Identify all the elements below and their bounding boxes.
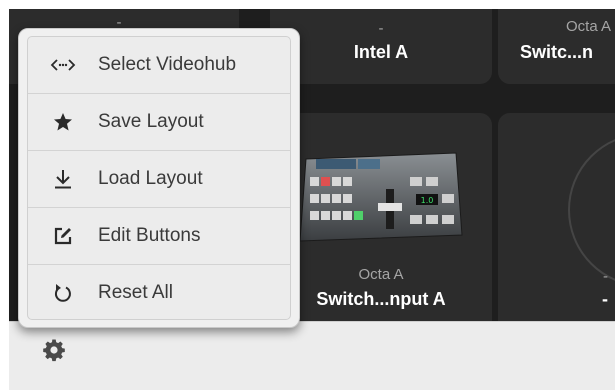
- route-tile-top-right[interactable]: Octa A Switc...n: [498, 9, 615, 84]
- tile-source-label: -: [378, 20, 384, 37]
- switcher-device-image: 1.0: [299, 152, 463, 242]
- code-icon: [28, 37, 98, 93]
- edit-icon: [28, 208, 98, 264]
- tile-destination-label: Switch...nput A: [316, 289, 446, 309]
- menu-item-label: Edit Buttons: [98, 225, 201, 246]
- tile-source-label: Octa A: [358, 266, 404, 283]
- download-icon: [28, 151, 98, 207]
- tile-source-label: -: [603, 268, 608, 285]
- tile-number-circle: [568, 133, 615, 287]
- bottom-toolbar: [9, 321, 615, 390]
- menu-item-reset-all[interactable]: Reset All: [28, 265, 290, 319]
- gear-icon[interactable]: [42, 338, 66, 362]
- tile-destination-label: -: [602, 289, 608, 309]
- menu-item-label: Reset All: [98, 282, 173, 303]
- reset-icon: [28, 265, 98, 319]
- menu-item-load-layout[interactable]: Load Layout: [28, 151, 290, 208]
- tile-source-label: Octa A: [566, 18, 612, 35]
- menu-item-edit-buttons[interactable]: Edit Buttons: [28, 208, 290, 265]
- menu-item-label: Load Layout: [98, 168, 203, 189]
- tile-destination-label: Switc...n: [520, 42, 594, 62]
- route-tile-bottom-right[interactable]: 10 - -: [498, 113, 615, 321]
- settings-menu-list: Select Videohub Save Layout Load Layout: [27, 36, 291, 320]
- switcher-display-value: 1.0: [421, 196, 434, 205]
- menu-item-save-layout[interactable]: Save Layout: [28, 94, 290, 151]
- route-tile-intel-a[interactable]: - Intel A: [270, 9, 492, 84]
- star-icon: [28, 94, 98, 150]
- tile-destination-label: Intel A: [353, 42, 409, 62]
- settings-menu: Select Videohub Save Layout Load Layout: [18, 28, 300, 328]
- menu-item-label: Select Videohub: [98, 54, 237, 75]
- route-tile-switcher[interactable]: 1.0 Octa A Switch...nput A: [270, 113, 492, 321]
- menu-item-label: Save Layout: [98, 111, 204, 132]
- menu-item-select-videohub[interactable]: Select Videohub: [28, 37, 290, 94]
